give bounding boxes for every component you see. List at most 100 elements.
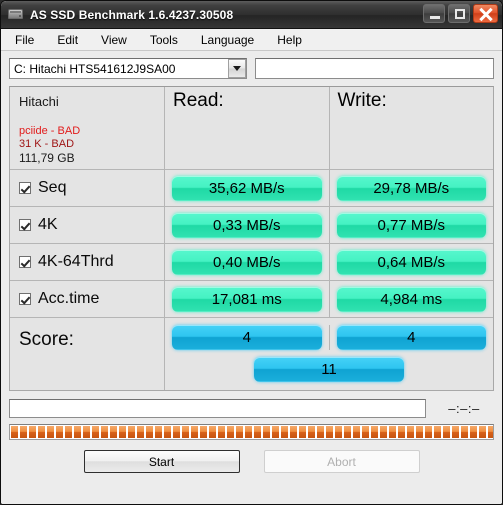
name-input[interactable] [255, 58, 494, 79]
progress-segment [434, 426, 441, 438]
result-bar-write: 0,77 MB/s [336, 212, 486, 238]
row-4k64-label-cell: 4K-64Thrd [10, 244, 165, 280]
result-value: 0,64 MB/s [377, 253, 446, 271]
menu-item-edit[interactable]: Edit [57, 31, 91, 49]
progress-segment [20, 426, 27, 438]
row-4k-label-cell: 4K [10, 207, 165, 243]
progress-segment [101, 426, 108, 438]
progress-segment [416, 426, 423, 438]
status-field [9, 399, 426, 418]
progress-segment [461, 426, 468, 438]
row-4k-read-cell: 0,33 MB/s [165, 207, 330, 243]
result-value: 0,40 MB/s [212, 253, 281, 271]
progress-segment [227, 426, 234, 438]
bottom-panel: –:–:– Start Abort [9, 399, 494, 473]
driver-status: pciide - BAD [19, 125, 81, 137]
progress-segment [263, 426, 270, 438]
checkbox-seq[interactable] [19, 182, 31, 194]
score-write-cell: 4 [330, 325, 494, 350]
menu-item-file[interactable]: File [15, 31, 47, 49]
checkbox-4k[interactable] [19, 219, 31, 231]
progress-segment [209, 426, 216, 438]
progress-segment [200, 426, 207, 438]
result-bar-write: 29,78 MB/s [336, 175, 486, 201]
close-button[interactable] [473, 4, 498, 23]
progress-segment [119, 426, 126, 438]
drive-select[interactable]: C: Hitachi HTS541612J9SA00 [9, 58, 247, 79]
checkbox-acc-time[interactable] [19, 293, 31, 305]
progress-segment [191, 426, 198, 438]
table-row: Seq 35,62 MB/s 29,78 MB/s [10, 170, 493, 207]
progress-segment [245, 426, 252, 438]
title-bar: AS SSD Benchmark 1.6.4237.30508 [1, 1, 502, 29]
progress-segment [380, 426, 387, 438]
result-value: 35,62 MB/s [208, 179, 285, 197]
score-value: 11 [321, 361, 337, 378]
start-button[interactable]: Start [83, 450, 240, 473]
progress-segment [299, 426, 306, 438]
drive-brand: Hitachi [19, 94, 59, 109]
result-bar-read: 0,33 MB/s [172, 212, 322, 238]
progress-segment [452, 426, 459, 438]
menu-item-view[interactable]: View [101, 31, 140, 49]
score-total-cell: 11 [165, 350, 493, 382]
progress-segment [407, 426, 414, 438]
read-column-header: Read: [165, 87, 330, 169]
maximize-button[interactable] [448, 4, 470, 23]
minimize-button[interactable] [423, 4, 445, 23]
score-value: 4 [242, 329, 251, 346]
progress-segment [479, 426, 486, 438]
row-label: 4K [38, 216, 58, 233]
checkbox-4k-64thrd[interactable] [19, 256, 31, 268]
table-row: 4K 0,33 MB/s 0,77 MB/s [10, 207, 493, 244]
progress-segment [74, 426, 81, 438]
status-row: –:–:– [9, 399, 494, 418]
write-header-label: Write: [337, 90, 387, 111]
hard-drive-icon [7, 7, 24, 22]
score-label: Score: [19, 329, 74, 350]
progress-segment [254, 426, 261, 438]
row-label: Seq [38, 179, 67, 196]
drive-info-panel: Hitachi pciide - BAD 31 K - BAD 111,79 G… [10, 87, 165, 169]
progress-segment [335, 426, 342, 438]
chevron-down-icon[interactable] [228, 59, 246, 78]
progress-segment [425, 426, 432, 438]
progress-segment [317, 426, 324, 438]
progress-segment [443, 426, 450, 438]
row-seq-read-cell: 35,62 MB/s [165, 170, 330, 206]
score-value: 4 [407, 329, 416, 346]
progress-segment [137, 426, 144, 438]
progress-segment [389, 426, 396, 438]
menu-bar: File Edit View Tools Language Help [1, 29, 502, 51]
result-value: 4,984 ms [380, 290, 443, 308]
row-seq-write-cell: 29,78 MB/s [330, 170, 494, 206]
score-read-cell: 4 [165, 325, 330, 350]
progress-segment [290, 426, 297, 438]
row-label: 4K-64Thrd [38, 253, 114, 270]
row-label: Acc.time [38, 290, 100, 307]
result-value: 0,33 MB/s [212, 216, 281, 234]
result-bar-write: 4,984 ms [336, 286, 486, 312]
progress-segment [146, 426, 153, 438]
window-controls [423, 4, 498, 23]
menu-item-help[interactable]: Help [277, 31, 315, 49]
progress-segment [353, 426, 360, 438]
drive-selector-row: C: Hitachi HTS541612J9SA00 [9, 58, 494, 79]
menu-item-tools[interactable]: Tools [150, 31, 191, 49]
read-header-label: Read: [173, 90, 224, 111]
progress-segment [92, 426, 99, 438]
app-window: AS SSD Benchmark 1.6.4237.30508 File Edi… [0, 0, 503, 505]
progress-segment [371, 426, 378, 438]
table-row: Acc.time 17,081 ms 4,984 ms [10, 281, 493, 318]
progress-segment [398, 426, 405, 438]
score-label-cell: Score: [10, 318, 165, 390]
progress-segment [173, 426, 180, 438]
progress-segment [236, 426, 243, 438]
progress-segment [281, 426, 288, 438]
result-bar-read: 35,62 MB/s [172, 175, 322, 201]
row-4k-write-cell: 0,77 MB/s [330, 207, 494, 243]
window-title: AS SSD Benchmark 1.6.4237.30508 [30, 7, 234, 22]
menu-item-language[interactable]: Language [201, 31, 267, 49]
score-values-area: 4 4 11 [165, 318, 493, 390]
progress-segment [47, 426, 54, 438]
